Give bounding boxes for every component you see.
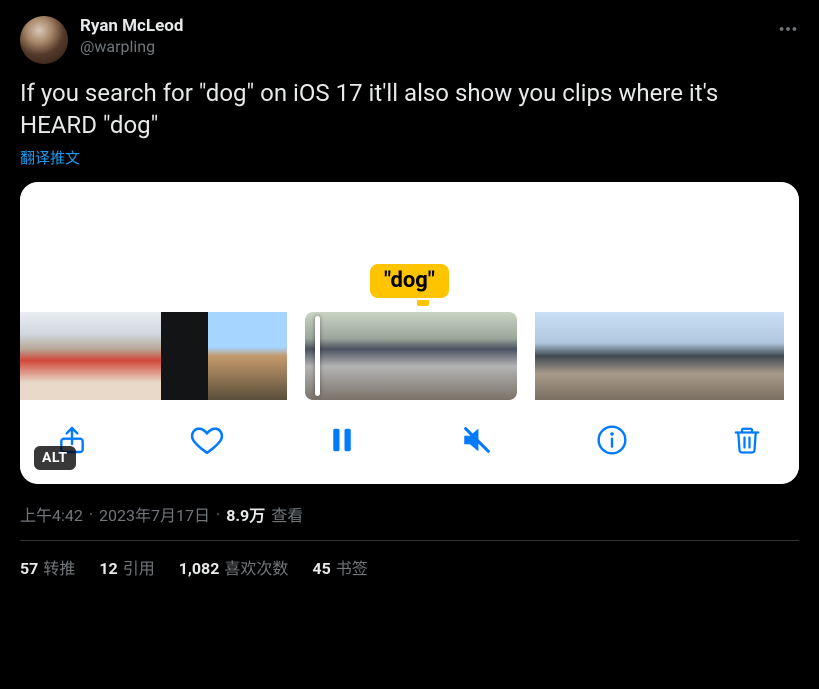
tweet-date[interactable]: 2023年7月17日 — [99, 502, 210, 526]
bookmarks-stat[interactable]: 45书签 — [312, 555, 367, 579]
author-names[interactable]: Ryan McLeod @warpling — [80, 16, 183, 57]
video-timeline[interactable] — [20, 312, 799, 400]
mute-icon[interactable] — [455, 418, 499, 462]
more-icon[interactable] — [777, 16, 799, 46]
pause-icon[interactable] — [320, 418, 364, 462]
clip-group-3[interactable] — [535, 312, 784, 400]
playhead[interactable] — [315, 316, 320, 396]
views-count: 8.9万 — [226, 502, 265, 526]
media-card[interactable]: "dog" — [20, 182, 799, 484]
media-controls — [20, 400, 799, 484]
display-name: Ryan McLeod — [80, 16, 183, 37]
heart-icon[interactable] — [185, 418, 229, 462]
quotes-stat[interactable]: 12引用 — [99, 555, 154, 579]
tweet-header: Ryan McLeod @warpling — [20, 16, 799, 64]
media-top: "dog" — [20, 182, 799, 312]
tweet-meta: 上午4:42 · 2023年7月17日 · 8.9万 查看 — [20, 502, 799, 541]
tweet-time[interactable]: 上午4:42 — [20, 502, 83, 526]
handle: @warpling — [80, 37, 183, 57]
trash-icon[interactable] — [725, 418, 769, 462]
alt-badge[interactable]: ALT — [34, 446, 76, 470]
retweets-stat[interactable]: 57转推 — [20, 555, 75, 579]
translate-link[interactable]: 翻译推文 — [20, 147, 799, 168]
views-label: 查看 — [271, 502, 303, 526]
info-icon[interactable] — [590, 418, 634, 462]
tweet: Ryan McLeod @warpling If you search for … — [0, 0, 819, 591]
search-bubble: "dog" — [370, 264, 449, 298]
tweet-text: If you search for "dog" on iOS 17 it'll … — [20, 78, 799, 141]
clip-group-1[interactable] — [20, 312, 287, 400]
likes-stat[interactable]: 1,082喜欢次数 — [179, 555, 289, 579]
tweet-stats: 57转推 12引用 1,082喜欢次数 45书签 — [20, 541, 799, 579]
avatar[interactable] — [20, 16, 68, 64]
clip-group-2-active[interactable] — [305, 312, 517, 400]
